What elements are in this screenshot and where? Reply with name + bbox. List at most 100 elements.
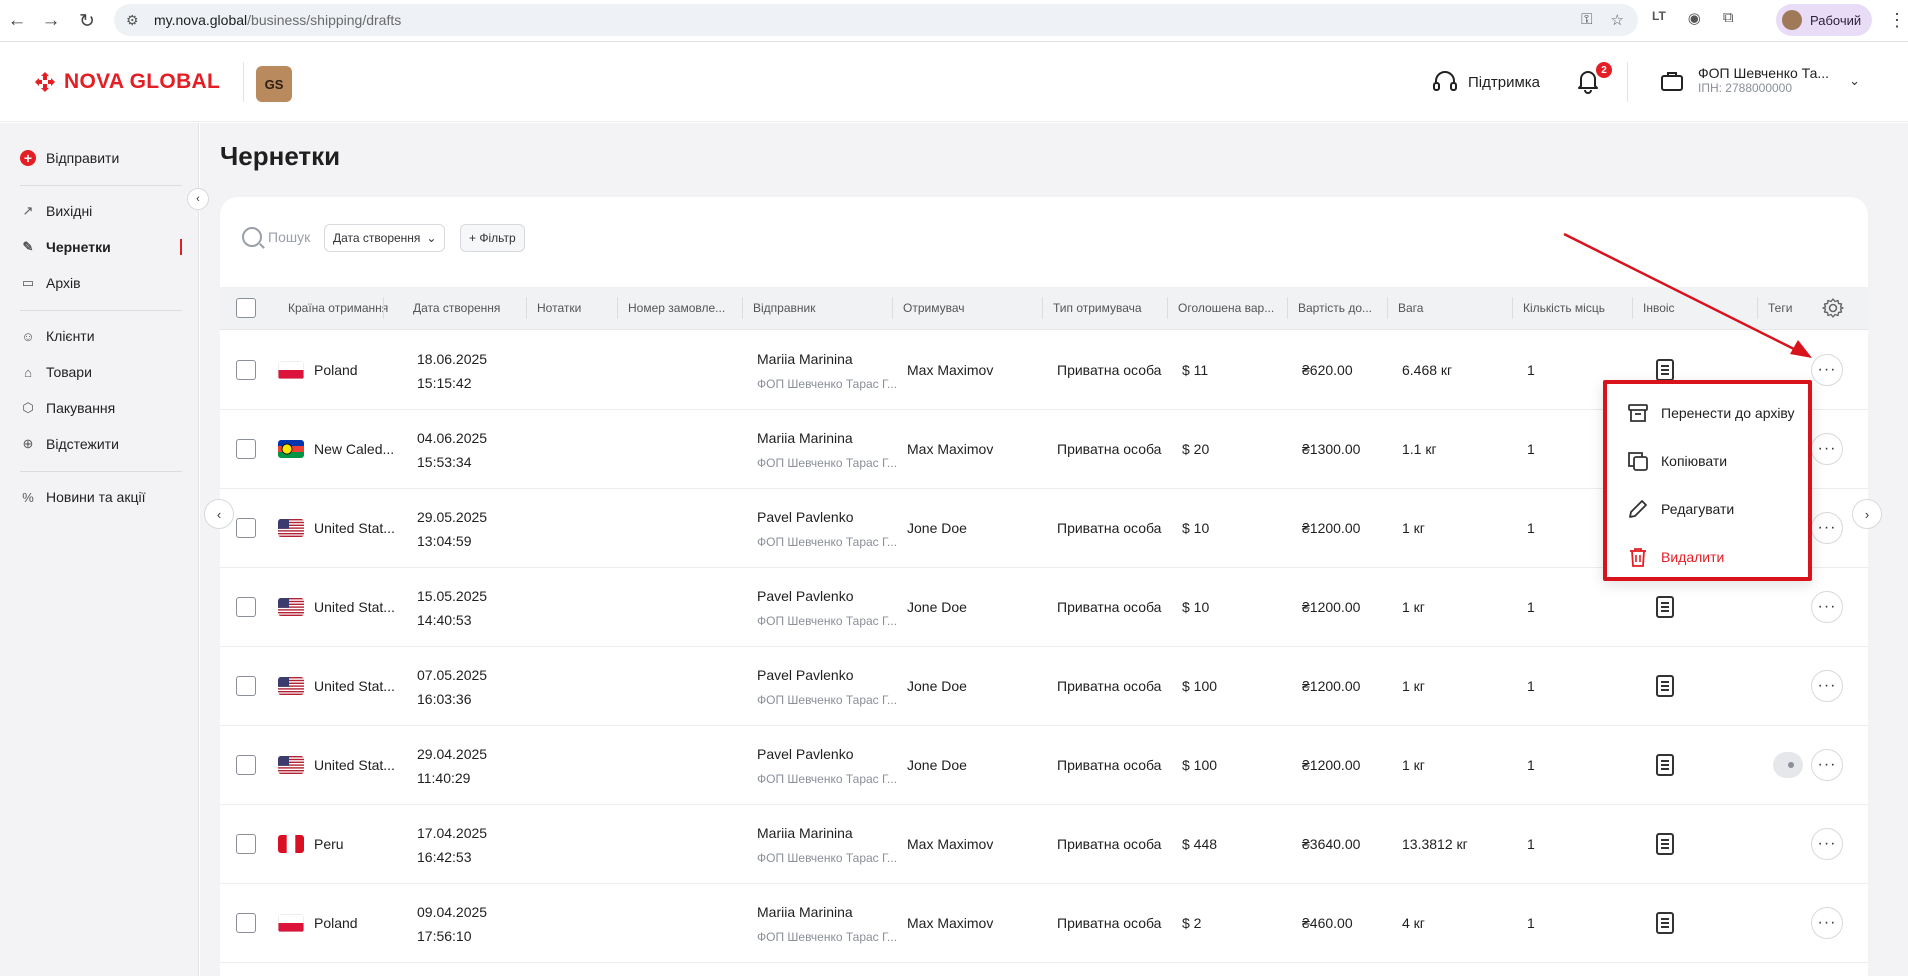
select-all-checkbox[interactable] bbox=[236, 298, 256, 318]
column-divider[interactable] bbox=[742, 297, 743, 319]
row-more-button[interactable]: ··· bbox=[1811, 828, 1843, 860]
add-filter-button[interactable]: + Фільтр bbox=[460, 224, 525, 252]
row-actions-menu: Перенести до архіву Копіювати Редагувати… bbox=[1603, 380, 1812, 581]
sidebar-item-archive[interactable]: ▭ Архів bbox=[20, 275, 81, 291]
row-more-button[interactable]: ··· bbox=[1811, 433, 1843, 465]
column-header[interactable]: Нотатки bbox=[537, 301, 581, 315]
row-more-button[interactable]: ··· bbox=[1811, 670, 1843, 702]
menu-item-archive[interactable]: Перенести до архіву bbox=[1627, 402, 1795, 424]
column-header[interactable]: Отримувач bbox=[903, 301, 965, 315]
menu-item-copy[interactable]: Копіювати bbox=[1627, 450, 1727, 472]
column-header[interactable]: Оголошена вар... bbox=[1178, 301, 1274, 315]
column-divider[interactable] bbox=[1512, 297, 1513, 319]
date-filter-dropdown[interactable]: Дата створення ⌄ bbox=[324, 224, 446, 252]
profile-chip[interactable]: Рабочий bbox=[1776, 4, 1872, 36]
invoice-icon[interactable] bbox=[1656, 833, 1674, 855]
menu-item-label: Копіювати bbox=[1661, 453, 1728, 469]
browser-menu-icon[interactable]: ⋮ bbox=[1888, 10, 1906, 31]
time-cell: 16:03:36 bbox=[417, 691, 472, 707]
camera-icon[interactable]: ◉ bbox=[1688, 9, 1701, 27]
bookmark-star-icon[interactable]: ☆ bbox=[1611, 11, 1624, 29]
column-header[interactable]: Теги bbox=[1768, 301, 1792, 315]
sidebar-item-outgoing[interactable]: ↗ Вихідні bbox=[20, 203, 93, 219]
target-icon: ⊕ bbox=[22, 436, 34, 451]
table-row[interactable]: Peru 17.04.2025 16:42:53 Mariia Marinina ФОП… bbox=[220, 805, 1868, 884]
column-divider[interactable] bbox=[892, 297, 893, 319]
search-input[interactable]: Пошук bbox=[242, 227, 310, 247]
column-header[interactable]: Кількість місць bbox=[1523, 301, 1605, 315]
column-divider[interactable] bbox=[1387, 297, 1388, 319]
table-row[interactable]: Poland 09.04.2025 17:56:10 Mariia Marinina Ф… bbox=[220, 884, 1868, 963]
company-switcher[interactable]: ФОП Шевченко Та... ІПН: 2788000000 ⌄ bbox=[1660, 66, 1860, 96]
forward-icon[interactable]: → bbox=[36, 6, 66, 36]
sender-company-cell: ФОП Шевченко Тарас Г... bbox=[757, 693, 898, 707]
column-divider[interactable] bbox=[617, 297, 618, 319]
sidebar-item-track[interactable]: ⊕ Відстежити bbox=[20, 436, 119, 452]
invoice-icon[interactable] bbox=[1656, 359, 1674, 381]
extensions-puzzle-icon[interactable]: ⧉ bbox=[1723, 9, 1734, 27]
row-checkbox[interactable] bbox=[236, 360, 256, 380]
country-cell: Peru bbox=[314, 836, 344, 852]
table-row[interactable]: United Stat... 29.04.2025 11:40:29 Pavel Pa… bbox=[220, 726, 1868, 805]
row-checkbox[interactable] bbox=[236, 597, 256, 617]
column-header[interactable]: Номер замовле... bbox=[628, 301, 725, 315]
back-icon[interactable]: ← bbox=[2, 6, 32, 36]
column-header[interactable]: Країна отримання bbox=[288, 301, 388, 315]
row-checkbox[interactable] bbox=[236, 676, 256, 696]
places-cell: 1 bbox=[1527, 362, 1535, 378]
column-divider[interactable] bbox=[526, 297, 527, 319]
menu-item-delete[interactable]: Видалити bbox=[1627, 546, 1724, 568]
column-header[interactable]: Інвоіс bbox=[1643, 301, 1675, 315]
column-divider[interactable] bbox=[1632, 297, 1633, 319]
scroll-left-button[interactable]: ‹ bbox=[204, 499, 234, 529]
row-more-button[interactable]: ··· bbox=[1811, 907, 1843, 939]
column-header[interactable]: Вага bbox=[1398, 301, 1423, 315]
menu-item-edit[interactable]: Редагувати bbox=[1627, 498, 1734, 520]
support-button[interactable]: Підтримка bbox=[1432, 70, 1540, 94]
site-info-icon[interactable]: ⚙ bbox=[126, 12, 144, 29]
table-row[interactable]: United Stat... 07.05.2025 16:03:36 Pavel Pa… bbox=[220, 647, 1868, 726]
page-title: Чернетки bbox=[220, 141, 341, 171]
notifications-button[interactable]: 2 bbox=[1576, 62, 1612, 96]
invoice-icon[interactable] bbox=[1656, 754, 1674, 776]
row-checkbox[interactable] bbox=[236, 913, 256, 933]
invoice-icon[interactable] bbox=[1656, 596, 1674, 618]
row-checkbox[interactable] bbox=[236, 439, 256, 459]
row-more-button[interactable]: ··· bbox=[1811, 749, 1843, 781]
sidebar-collapse-button[interactable]: ‹ bbox=[187, 188, 209, 210]
column-divider[interactable] bbox=[1287, 297, 1288, 319]
column-divider[interactable] bbox=[383, 297, 384, 319]
invoice-icon[interactable] bbox=[1656, 912, 1674, 934]
sidebar-item-clients[interactable]: ☺ Клієнти bbox=[20, 328, 94, 344]
column-divider[interactable] bbox=[1757, 297, 1758, 319]
partner-badge[interactable]: GS bbox=[256, 66, 292, 102]
nova-global-logo[interactable]: NOVA GLOBAL bbox=[34, 70, 220, 94]
sidebar-item-news[interactable]: % Новини та акції bbox=[20, 489, 145, 505]
row-more-button[interactable]: ··· bbox=[1811, 591, 1843, 623]
column-divider[interactable] bbox=[1042, 297, 1043, 319]
row-checkbox[interactable] bbox=[236, 518, 256, 538]
row-more-button[interactable]: ··· bbox=[1811, 354, 1843, 386]
delivery-cost-cell: ₴1200.00 bbox=[1302, 757, 1361, 773]
sidebar-item-drafts[interactable]: ✎ Чернетки bbox=[20, 239, 111, 255]
column-header[interactable]: Відправник bbox=[753, 301, 815, 315]
column-header[interactable]: Тип отримувача bbox=[1053, 301, 1142, 315]
column-divider[interactable] bbox=[1167, 297, 1168, 319]
column-header[interactable]: Дата створення bbox=[413, 301, 500, 315]
row-more-button[interactable]: ··· bbox=[1811, 512, 1843, 544]
sidebar-item-packaging[interactable]: ⬡ Пакування bbox=[20, 400, 115, 416]
sidebar-item-send[interactable]: + Відправити bbox=[20, 150, 119, 166]
tag-pill[interactable] bbox=[1773, 752, 1803, 778]
row-checkbox[interactable] bbox=[236, 834, 256, 854]
reload-icon[interactable]: ↻ bbox=[72, 6, 102, 36]
sidebar-item-goods[interactable]: ⌂ Товари bbox=[20, 364, 92, 380]
table-settings-gear-icon[interactable] bbox=[1822, 297, 1844, 319]
scroll-right-button[interactable]: › bbox=[1852, 499, 1882, 529]
declared-value-cell: $ 100 bbox=[1182, 757, 1218, 773]
extension-lt-icon[interactable]: LT bbox=[1652, 9, 1666, 27]
address-bar[interactable]: ⚙ my.nova.global/business/shipping/draft… bbox=[114, 4, 1638, 36]
row-checkbox[interactable] bbox=[236, 755, 256, 775]
invoice-icon[interactable] bbox=[1656, 675, 1674, 697]
column-header[interactable]: Вартість до... bbox=[1298, 301, 1372, 315]
password-key-icon[interactable]: ⚿ bbox=[1581, 11, 1592, 29]
